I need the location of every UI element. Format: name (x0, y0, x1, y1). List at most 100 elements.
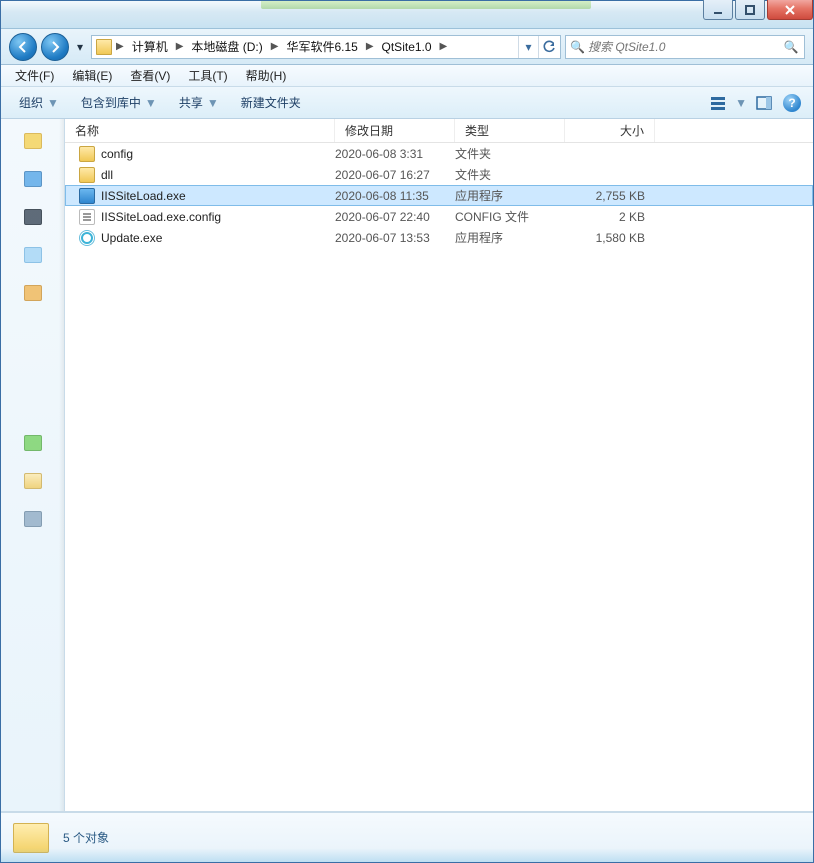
nav-history-dropdown[interactable]: ▾ (73, 40, 87, 54)
chevron-down-icon: ▼ (145, 96, 157, 110)
file-name-cell: IISSiteLoad.exe.config (79, 209, 335, 225)
sidebar-cloud-icon[interactable] (24, 247, 42, 263)
column-header-row: 名称 修改日期 类型 大小 (65, 119, 813, 143)
sidebar-pictures-icon[interactable] (24, 285, 42, 301)
file-type: 文件夹 (455, 145, 565, 162)
address-dropdown[interactable]: ▾ (518, 36, 538, 58)
column-date[interactable]: 修改日期 (335, 119, 455, 142)
folder-icon (13, 823, 49, 853)
share-button[interactable]: 共享 ▼ (171, 91, 227, 114)
file-size: 1,580 KB (565, 231, 655, 245)
file-row[interactable]: config 2020-06-08 3:31文件夹 (65, 143, 813, 164)
menu-tools[interactable]: 工具(T) (180, 65, 235, 86)
menu-edit[interactable]: 编辑(E) (64, 65, 120, 86)
search-input[interactable] (588, 40, 782, 54)
file-date: 2020-06-07 13:53 (335, 231, 455, 245)
file-size: 2 KB (565, 210, 655, 224)
organize-label: 组织 (19, 94, 43, 111)
file-name: Update.exe (101, 231, 162, 245)
config-icon (79, 209, 95, 225)
window-controls (701, 0, 813, 20)
file-type: 文件夹 (455, 166, 565, 183)
file-type: CONFIG 文件 (455, 208, 565, 225)
file-type: 应用程序 (455, 229, 565, 246)
forward-button[interactable] (41, 33, 69, 61)
maximize-icon (745, 5, 755, 15)
column-size[interactable]: 大小 (565, 119, 655, 142)
address-bar[interactable]: ▶ 计算机 ▶ 本地磁盘 (D:) ▶ 华军软件6.15 ▶ QtSite1.0… (91, 35, 561, 59)
sidebar-folder-icon[interactable] (24, 473, 42, 489)
chevron-down-icon: ▼ (207, 96, 219, 110)
close-button[interactable] (767, 0, 813, 20)
file-row[interactable]: dll 2020-06-07 16:27文件夹 (65, 164, 813, 185)
exe-cyan-icon (79, 230, 95, 246)
file-date: 2020-06-07 16:27 (335, 168, 455, 182)
file-row[interactable]: IISSiteLoad.exe.config 2020-06-07 22:40CO… (65, 206, 813, 227)
column-name[interactable]: 名称 (65, 119, 335, 142)
sidebar-libraries-icon[interactable] (24, 171, 42, 187)
breadcrumb-folder-1[interactable]: 华军软件6.15 (280, 36, 363, 58)
arrow-right-icon (48, 40, 62, 54)
minimize-button[interactable] (703, 0, 733, 20)
column-type[interactable]: 类型 (455, 119, 565, 142)
search-box[interactable]: 🔍 🔍 (565, 35, 805, 59)
organize-button[interactable]: 组织 ▼ (11, 91, 67, 114)
view-list-icon (710, 96, 726, 110)
file-date: 2020-06-08 3:31 (335, 147, 455, 161)
help-button[interactable]: ? (781, 92, 803, 114)
chevron-down-icon[interactable]: ▼ (735, 96, 747, 110)
breadcrumb-drive[interactable]: 本地磁盘 (D:) (185, 36, 268, 58)
toolbar-right: ▼ ? (707, 92, 803, 114)
file-row[interactable]: IISSiteLoad.exe2020-06-08 11:35应用程序2,755… (65, 185, 813, 206)
file-row[interactable]: Update.exe 2020-06-07 13:53应用程序1,580 KB (65, 227, 813, 248)
folder-icon (79, 146, 95, 162)
file-name: config (101, 147, 133, 161)
explorer-window: ▾ ▶ 计算机 ▶ 本地磁盘 (D:) ▶ 华军软件6.15 ▶ QtSite1… (0, 0, 814, 863)
search-icon: 🔍 (570, 40, 584, 54)
content-area: 名称 修改日期 类型 大小 config2020-06-08 3:31文件夹dl… (1, 119, 813, 812)
new-folder-button[interactable]: 新建文件夹 (233, 91, 309, 114)
preview-pane-button[interactable] (753, 92, 775, 114)
nav-sidebar[interactable] (1, 119, 65, 811)
sidebar-homegroup-icon[interactable] (24, 435, 42, 451)
chevron-down-icon: ▼ (47, 96, 59, 110)
search-go-button[interactable]: 🔍 (782, 40, 800, 54)
sidebar-resize-handle[interactable] (59, 119, 64, 811)
status-bar: 5 个对象 (1, 812, 813, 862)
breadcrumb-computer[interactable]: 计算机 (126, 36, 174, 58)
back-button[interactable] (9, 33, 37, 61)
menu-view[interactable]: 查看(V) (122, 65, 178, 86)
menu-file[interactable]: 文件(F) (7, 65, 62, 86)
file-name-cell: Update.exe (79, 230, 335, 246)
breadcrumb-folder-2[interactable]: QtSite1.0 (376, 36, 438, 58)
menu-help[interactable]: 帮助(H) (238, 65, 295, 86)
nav-row: ▾ ▶ 计算机 ▶ 本地磁盘 (D:) ▶ 华军软件6.15 ▶ QtSite1… (1, 29, 813, 65)
chevron-right-icon: ▶ (174, 41, 186, 52)
folder-icon (96, 39, 112, 55)
preview-pane-icon (756, 96, 772, 110)
menu-bar: 文件(F) 编辑(E) 查看(V) 工具(T) 帮助(H) (1, 65, 813, 87)
maximize-button[interactable] (735, 0, 765, 20)
refresh-icon (542, 40, 556, 54)
view-mode-button[interactable] (707, 92, 729, 114)
file-name: dll (101, 168, 113, 182)
newfolder-label: 新建文件夹 (241, 94, 301, 111)
file-list[interactable]: config 2020-06-08 3:31文件夹 dll 2020-06-07 16… (65, 143, 813, 811)
file-name-cell: config (79, 146, 335, 162)
file-size: 2,755 KB (565, 189, 655, 203)
close-icon (784, 5, 796, 15)
refresh-button[interactable] (538, 36, 558, 58)
chevron-right-icon: ▶ (269, 41, 281, 52)
exe-blue-icon (79, 188, 95, 204)
include-label: 包含到库中 (81, 94, 141, 111)
chevron-right-icon: ▶ (438, 41, 450, 52)
file-date: 2020-06-07 22:40 (335, 210, 455, 224)
sidebar-network-icon[interactable] (24, 511, 42, 527)
title-bar (1, 1, 813, 29)
sidebar-favorites-icon[interactable] (24, 133, 42, 149)
chevron-right-icon: ▶ (364, 41, 376, 52)
sidebar-icons (1, 119, 64, 527)
sidebar-computer-icon[interactable] (24, 209, 42, 225)
file-name: IISSiteLoad.exe.config (101, 210, 221, 224)
include-in-library-button[interactable]: 包含到库中 ▼ (73, 91, 165, 114)
